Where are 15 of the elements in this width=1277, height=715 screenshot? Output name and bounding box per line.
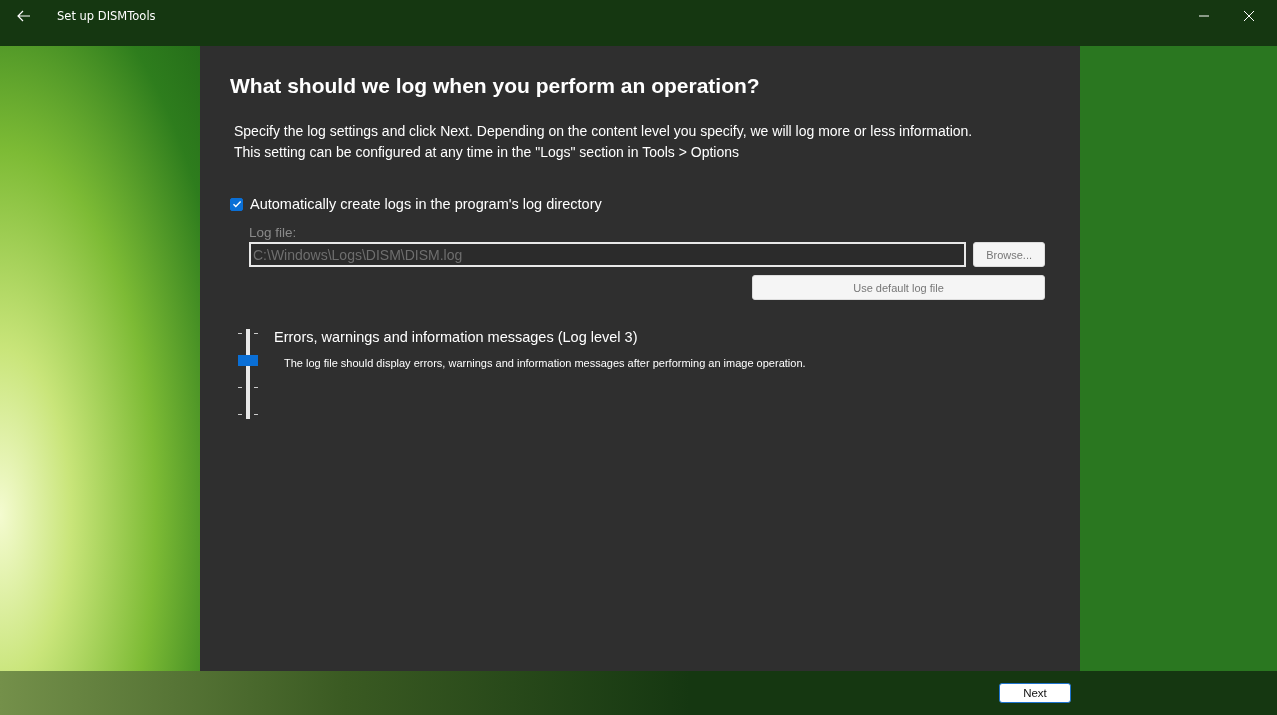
next-button[interactable]: Next: [999, 683, 1071, 703]
page-description: Specify the log settings and click Next. Depending on the content level you specify, we will log more or less information. This setting can be configured at any time in the "Logs" section in Tools > Options: [234, 122, 974, 162]
checkbox[interactable]: [230, 197, 243, 211]
checkbox-label[interactable]: Automatically create logs in the program's log directory: [250, 196, 602, 212]
page-heading: What should we log when you perform an operation?: [230, 74, 761, 98]
log-file-label: Log file:: [249, 225, 298, 240]
back-arrow-icon[interactable]: [17, 10, 31, 22]
default-log-button[interactable]: Use default log file: [752, 275, 1045, 300]
close-icon[interactable]: [1244, 11, 1254, 21]
log-level-slider[interactable]: [238, 329, 258, 419]
window-title: Set up DISMTools: [57, 9, 156, 23]
log-level-title: Errors, warnings and information messages (Log level 3): [274, 329, 639, 345]
log-level-description: The log file should display errors, warnings and information messages after performing an image operation.: [284, 357, 806, 369]
slider-thumb[interactable]: [238, 354, 258, 366]
browse-button[interactable]: Browse...: [973, 242, 1045, 267]
